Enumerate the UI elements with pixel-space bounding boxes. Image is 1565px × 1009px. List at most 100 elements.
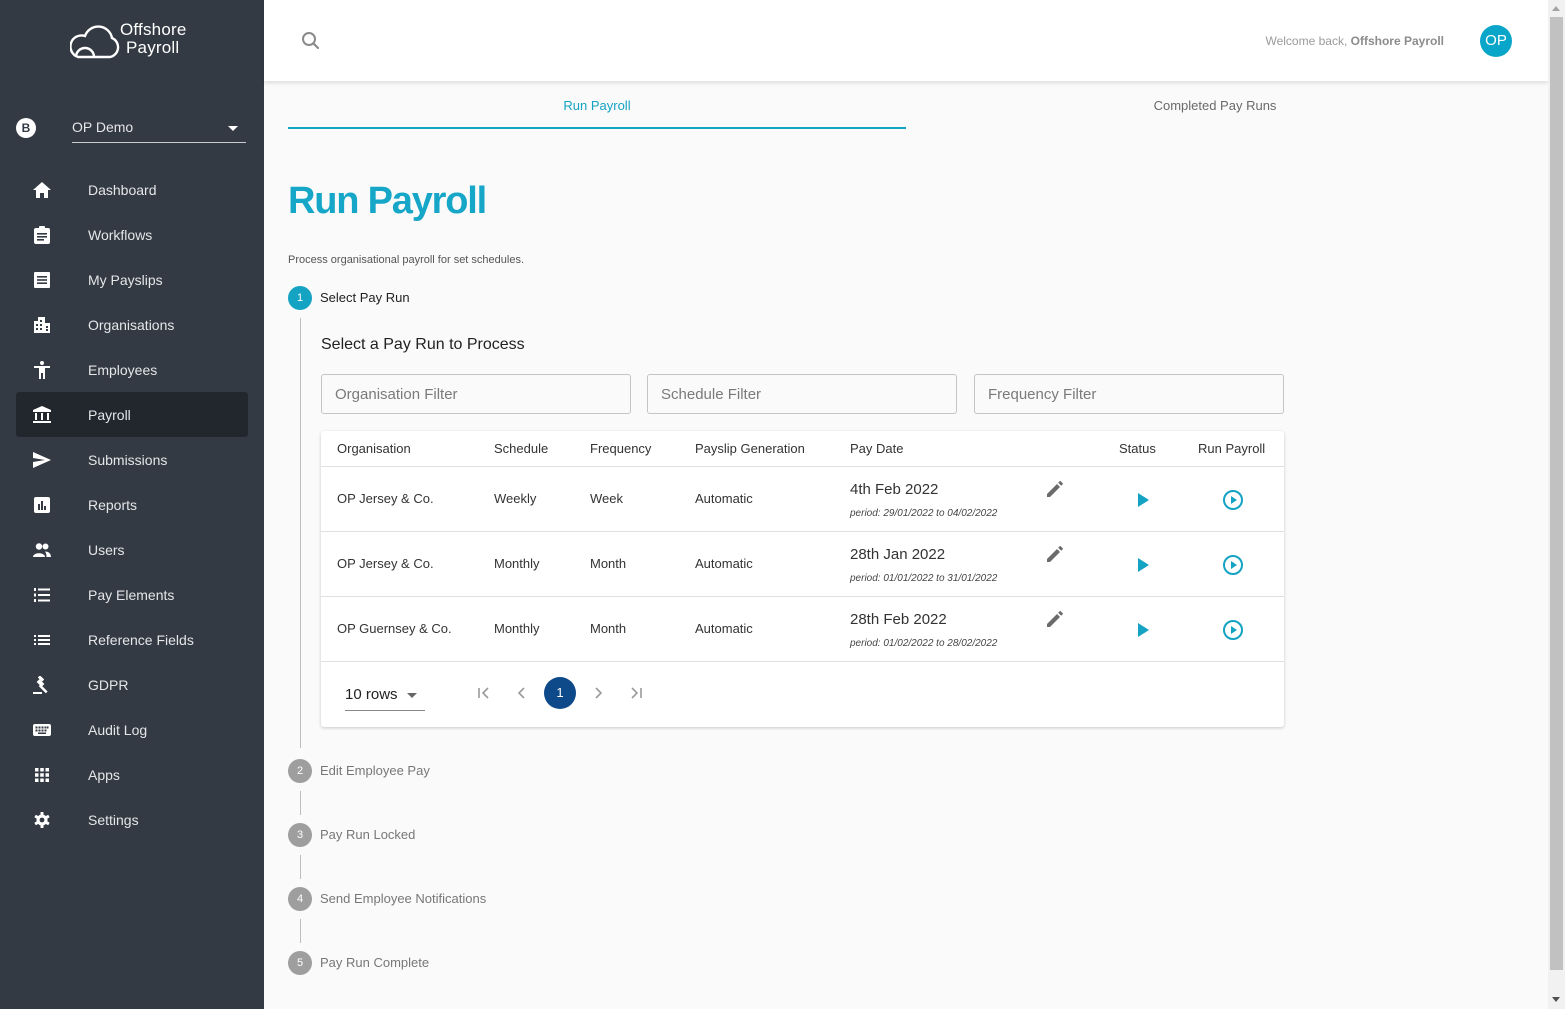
bank-icon bbox=[32, 405, 52, 425]
sidebar-item-label: Users bbox=[88, 542, 125, 558]
sidebar-item-employees[interactable]: Employees bbox=[16, 347, 248, 392]
table-row[interactable]: OP Guernsey & Co. Monthly Month Automati… bbox=[321, 597, 1284, 662]
sidebar-item-label: Payroll bbox=[88, 407, 131, 423]
table-row[interactable]: OP Jersey & Co. Weekly Week Automatic 4t… bbox=[321, 467, 1284, 532]
sidebar-item-payroll[interactable]: Payroll bbox=[16, 392, 248, 437]
sidebar-item-reference-fields[interactable]: Reference Fields bbox=[16, 617, 248, 662]
cell-period: period: 01/02/2022 to 28/02/2022 bbox=[850, 638, 998, 649]
sidebar-item-label: Pay Elements bbox=[88, 587, 175, 603]
numbered-list-icon bbox=[32, 585, 52, 605]
sidebar-item-users[interactable]: Users bbox=[16, 527, 248, 572]
org-selector-value: OP Demo bbox=[72, 119, 134, 135]
sidebar-item-pay-elements[interactable]: Pay Elements bbox=[16, 572, 248, 617]
sidebar-item-my-payslips[interactable]: My Payslips bbox=[16, 257, 248, 302]
run-payroll-play-circle-icon[interactable] bbox=[1222, 619, 1244, 641]
caret-down-icon bbox=[407, 693, 417, 698]
sidebar-item-label: GDPR bbox=[88, 677, 129, 693]
rows-per-page-value: 10 rows bbox=[345, 686, 398, 703]
last-page-icon[interactable] bbox=[626, 683, 646, 703]
status-play-icon[interactable] bbox=[1136, 492, 1150, 508]
page-title: Run Payroll bbox=[288, 180, 487, 222]
step-number: 2 bbox=[288, 759, 312, 783]
page-description: Process organisational payroll for set s… bbox=[288, 254, 525, 266]
sidebar-item-submissions[interactable]: Submissions bbox=[16, 437, 248, 482]
tab-completed-pay-runs[interactable]: Completed Pay Runs bbox=[906, 81, 1524, 129]
page-scrollbar[interactable] bbox=[1548, 0, 1565, 1009]
rows-per-page-select[interactable]: 10 rows bbox=[345, 683, 425, 711]
first-page-icon[interactable] bbox=[474, 683, 494, 703]
cell-organisation: OP Jersey & Co. bbox=[337, 491, 434, 506]
edit-pencil-icon[interactable] bbox=[1045, 609, 1065, 629]
avatar[interactable]: OP bbox=[1480, 25, 1512, 57]
pay-runs-table: Organisation Schedule Frequency Payslip … bbox=[321, 431, 1284, 727]
cell-period: period: 29/01/2022 to 04/02/2022 bbox=[850, 508, 998, 519]
status-play-icon[interactable] bbox=[1136, 557, 1150, 573]
cell-organisation: OP Jersey & Co. bbox=[337, 556, 434, 571]
sidebar-item-label: Reports bbox=[88, 497, 138, 513]
sidebar-item-reports[interactable]: Reports bbox=[16, 482, 248, 527]
sidebar-item-label: Audit Log bbox=[88, 722, 148, 738]
sidebar-item-audit-log[interactable]: Audit Log bbox=[16, 707, 248, 752]
scrollbar-thumb[interactable] bbox=[1550, 17, 1563, 970]
column-header-status[interactable]: Status bbox=[1119, 441, 1156, 456]
edit-pencil-icon[interactable] bbox=[1045, 544, 1065, 564]
sidebar-item-label: Dashboard bbox=[88, 182, 157, 198]
column-header-run-payroll[interactable]: Run Payroll bbox=[1198, 441, 1265, 456]
previous-page-icon[interactable] bbox=[512, 683, 532, 703]
sidebar-item-settings[interactable]: Settings bbox=[16, 797, 248, 842]
sidebar: Offshore Payroll B OP Demo Dashboard Wor… bbox=[0, 0, 264, 1009]
sidebar-item-label: Workflows bbox=[88, 227, 153, 243]
step-label: Select Pay Run bbox=[320, 290, 410, 305]
scroll-up-arrow-icon[interactable] bbox=[1552, 6, 1560, 11]
step-connector bbox=[300, 318, 301, 748]
org-selector[interactable]: OP Demo bbox=[72, 112, 246, 143]
search-icon[interactable] bbox=[301, 31, 321, 56]
cloud-icon bbox=[70, 25, 120, 59]
status-play-icon[interactable] bbox=[1136, 622, 1150, 638]
brand-line-1: Offshore bbox=[120, 20, 187, 39]
cell-frequency: Month bbox=[590, 556, 627, 571]
welcome-message: Welcome back, Offshore Payroll bbox=[1265, 34, 1444, 48]
sidebar-item-dashboard[interactable]: Dashboard bbox=[16, 167, 248, 212]
column-header-frequency[interactable]: Frequency bbox=[590, 441, 651, 456]
receipt-icon bbox=[32, 270, 52, 290]
table-row[interactable]: OP Jersey & Co. Monthly Month Automatic … bbox=[321, 532, 1284, 597]
column-header-schedule[interactable]: Schedule bbox=[494, 441, 548, 456]
cell-payslip-generation: Automatic bbox=[695, 556, 753, 571]
run-payroll-play-circle-icon[interactable] bbox=[1222, 489, 1244, 511]
gavel-icon bbox=[32, 675, 52, 695]
sidebar-item-organisations[interactable]: Organisations bbox=[16, 302, 248, 347]
sidebar-item-workflows[interactable]: Workflows bbox=[16, 212, 248, 257]
step-number: 4 bbox=[288, 887, 312, 911]
sidebar-item-gdpr[interactable]: GDPR bbox=[16, 662, 248, 707]
scroll-down-arrow-icon[interactable] bbox=[1552, 997, 1560, 1002]
edit-pencil-icon[interactable] bbox=[1045, 479, 1065, 499]
brand-line-2: Payroll bbox=[126, 38, 180, 57]
step-number: 5 bbox=[288, 951, 312, 975]
next-page-icon[interactable] bbox=[588, 683, 608, 703]
column-header-payslip-generation[interactable]: Payslip Generation bbox=[695, 441, 805, 456]
column-header-pay-date[interactable]: Pay Date bbox=[850, 441, 903, 456]
org-badge: B bbox=[16, 118, 36, 138]
cell-pay-date: 28th Feb 2022 bbox=[850, 611, 947, 628]
run-payroll-play-circle-icon[interactable] bbox=[1222, 554, 1244, 576]
organisation-filter-input[interactable] bbox=[321, 374, 631, 414]
cell-schedule: Weekly bbox=[494, 491, 537, 506]
schedule-filter-input[interactable] bbox=[647, 374, 957, 414]
frequency-filter-input[interactable] bbox=[974, 374, 1284, 414]
cell-period: period: 01/01/2022 to 31/01/2022 bbox=[850, 573, 998, 584]
step-connector bbox=[300, 919, 301, 943]
step-number: 1 bbox=[288, 286, 312, 310]
list-icon bbox=[32, 630, 52, 650]
sidebar-item-label: Organisations bbox=[88, 317, 175, 333]
tab-run-payroll[interactable]: Run Payroll bbox=[288, 81, 906, 129]
column-header-organisation[interactable]: Organisation bbox=[337, 441, 411, 456]
keyboard-icon bbox=[32, 720, 52, 740]
sidebar-item-label: Employees bbox=[88, 362, 158, 378]
sidebar-item-label: Reference Fields bbox=[88, 632, 194, 648]
welcome-user-name: Offshore Payroll bbox=[1350, 34, 1444, 48]
sidebar-item-apps[interactable]: Apps bbox=[16, 752, 248, 797]
current-page-button[interactable]: 1 bbox=[544, 677, 576, 709]
brand-logo[interactable]: Offshore Payroll bbox=[70, 20, 210, 60]
step-connector bbox=[300, 791, 301, 815]
